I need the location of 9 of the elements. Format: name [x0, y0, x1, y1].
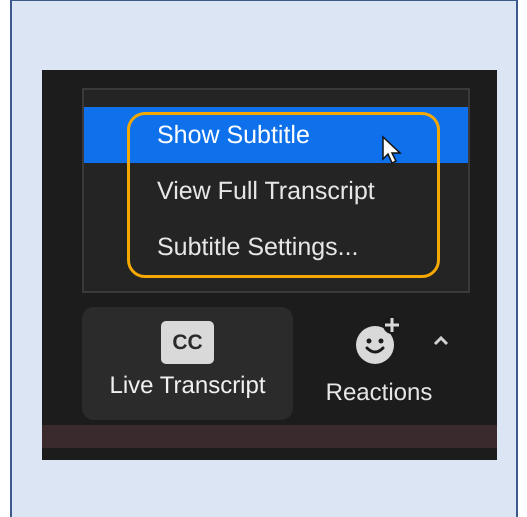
- live-transcript-button[interactable]: CC Live Transcript: [82, 307, 293, 420]
- reactions-button[interactable]: Reactions: [317, 307, 441, 420]
- cc-icon: CC: [161, 321, 214, 364]
- smiley-add-icon: [356, 315, 402, 365]
- menu-item[interactable]: View Full Transcript: [84, 163, 468, 219]
- caret-up-icon[interactable]: [433, 336, 449, 346]
- menu-item[interactable]: Subtitle Settings...: [84, 219, 468, 275]
- menu-item[interactable]: Show Subtitle: [84, 107, 468, 163]
- cursor-icon: [381, 135, 403, 165]
